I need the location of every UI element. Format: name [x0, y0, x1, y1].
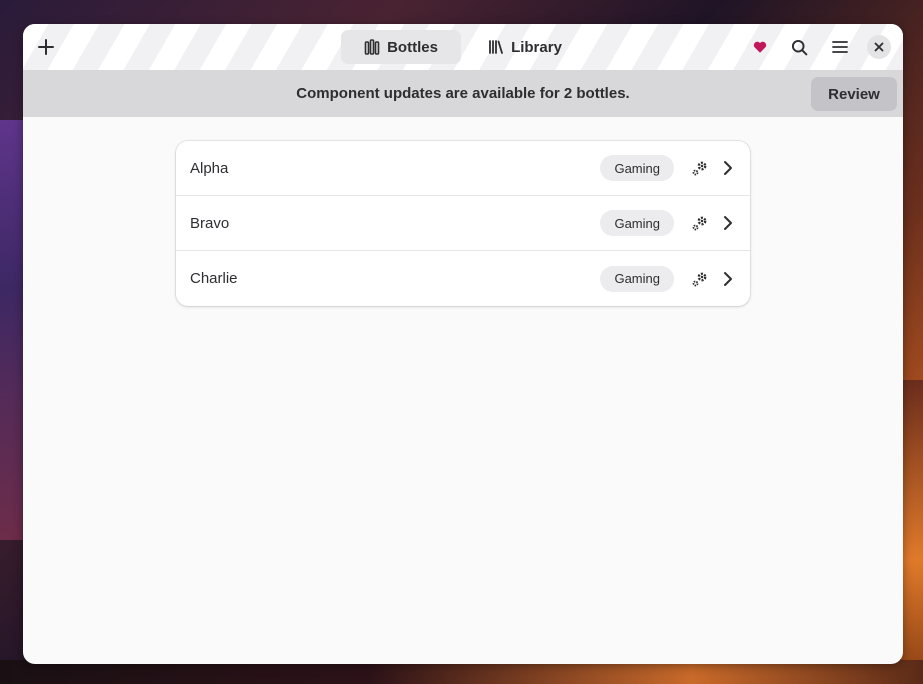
search-button[interactable] — [783, 31, 815, 63]
tab-library-label: Library — [511, 38, 562, 56]
environment-badge: Gaming — [600, 265, 674, 292]
chevron-right-icon — [720, 156, 736, 180]
bottle-name: Charlie — [190, 270, 238, 287]
tab-bottles[interactable]: Bottles — [341, 30, 461, 64]
main-menu-button[interactable] — [824, 31, 856, 63]
header-bar: Bottles Library — [23, 24, 903, 70]
bottle-name: Bravo — [190, 214, 230, 232]
environment-badge: Gaming — [600, 210, 674, 236]
bottle-row-alpha[interactable]: Alpha Gaming — [176, 141, 750, 196]
add-bottle-button[interactable] — [30, 31, 62, 63]
app-window: Bottles Library Component updates are av… — [23, 24, 903, 664]
search-icon — [791, 39, 807, 55]
run-executable-button[interactable] — [688, 211, 712, 235]
view-switcher: Bottles Library — [341, 30, 585, 64]
chevron-right-icon — [720, 211, 736, 235]
wallpaper-stripe — [901, 380, 923, 680]
bottle-row-bravo[interactable]: Bravo Gaming — [176, 196, 750, 251]
cogs-icon — [692, 161, 707, 176]
donate-button[interactable] — [744, 31, 776, 63]
environment-badge: Gaming — [600, 155, 674, 181]
library-icon — [489, 40, 503, 54]
tab-library[interactable]: Library — [465, 30, 585, 64]
plus-icon — [38, 39, 54, 55]
run-executable-button[interactable] — [688, 267, 712, 291]
bottles-list: Alpha Gaming Bravo Gaming Charlie Gaming — [176, 141, 750, 306]
heart-icon — [753, 41, 767, 53]
cogs-icon — [692, 272, 707, 286]
hamburger-menu-icon — [832, 41, 848, 53]
run-executable-button[interactable] — [688, 156, 712, 180]
bottles-icon — [364, 39, 380, 55]
cogs-icon — [692, 216, 707, 231]
banner-message: Component updates are available for 2 bo… — [296, 85, 630, 102]
chevron-right-icon — [720, 267, 736, 291]
review-button[interactable]: Review — [811, 77, 897, 111]
bottle-row-charlie[interactable]: Charlie Gaming — [176, 251, 750, 306]
close-icon — [874, 42, 884, 52]
tab-bottles-label: Bottles — [387, 38, 438, 56]
close-window-button[interactable] — [867, 35, 891, 59]
update-banner: Component updates are available for 2 bo… — [23, 70, 903, 117]
bottle-name: Alpha — [190, 159, 229, 177]
